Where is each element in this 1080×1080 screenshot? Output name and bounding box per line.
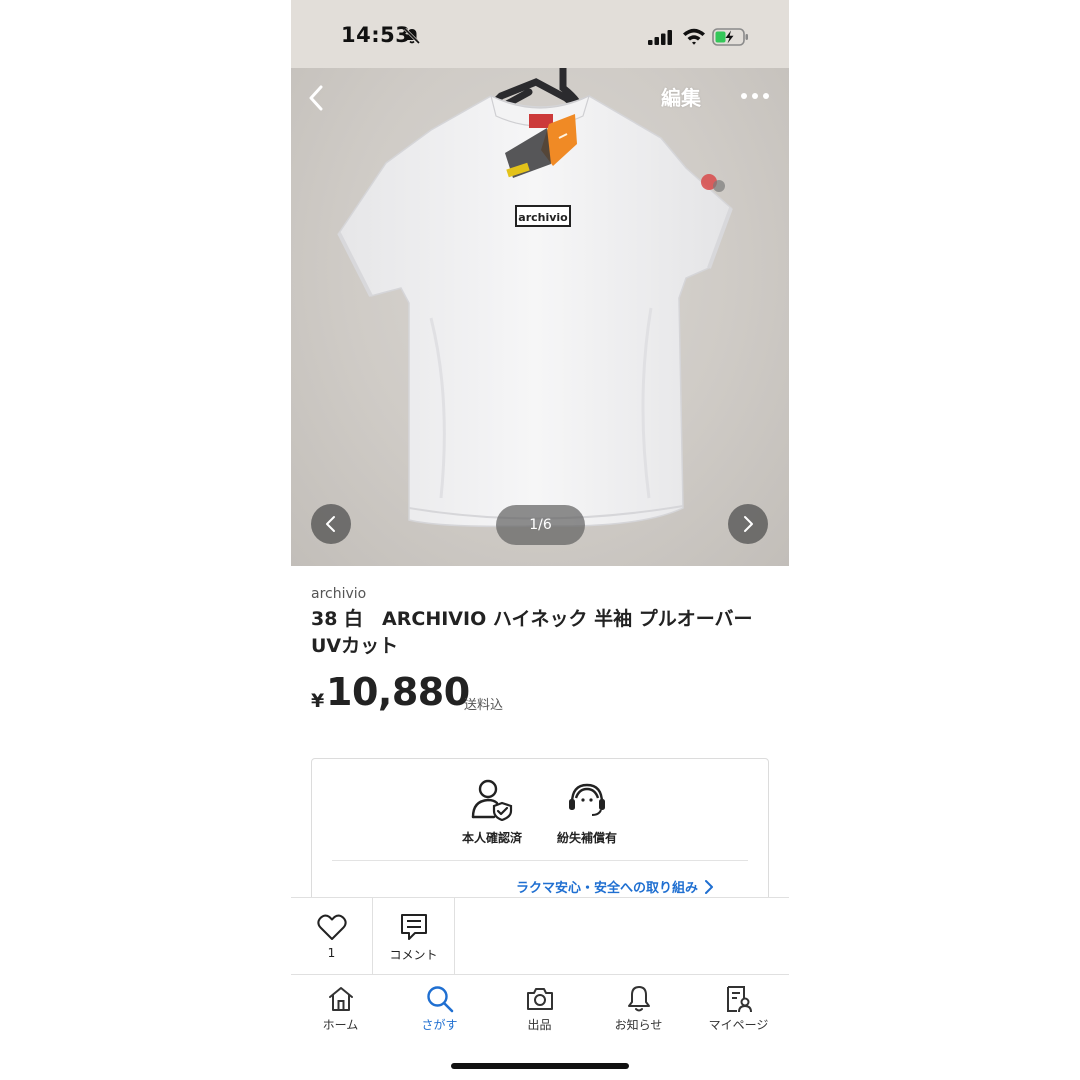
product-photo: archivio [337,68,733,528]
phone-screen: 14:53 archivio 編集 1/6 archivio 38 白 ARCH… [291,0,789,1080]
comment-label: コメント [389,948,438,962]
chevron-right-icon [744,516,753,532]
tab-sell[interactable]: 出品 [490,984,589,1033]
price-currency: ¥ [311,690,325,712]
trust-label: 紛失補償有 [556,831,617,845]
like-count: 1 [327,946,336,960]
heart-icon [316,914,347,940]
trust-label: 本人確認済 [461,831,522,845]
next-photo-button[interactable] [728,504,768,544]
status-bar: 14:53 [291,0,789,68]
status-time: 14:53 [341,23,411,47]
wifi-icon [682,27,706,49]
trust-item-identity: 本人確認済 [447,777,537,846]
camera-icon [526,988,553,1010]
edit-button[interactable]: 編集 [661,82,701,111]
comment-icon [400,914,427,940]
safety-initiatives-link[interactable]: ラクマ安心・安全への取り組み [516,877,714,896]
price-amount: 10,880 [326,670,470,714]
chevron-left-icon [309,85,323,111]
trust-item-loss-compensation: 紛失補償有 [542,777,632,846]
shipping-note: 送料込 [464,698,504,713]
battery-charging-icon [712,27,750,51]
more-dots-icon [741,93,769,99]
chevron-left-icon [326,516,335,532]
comment-button[interactable]: コメント [373,898,455,975]
tab-label: 出品 [527,1018,552,1032]
tab-home[interactable]: ホーム [291,984,390,1033]
home-icon [328,987,353,1011]
chevron-right-icon [705,879,714,894]
like-button[interactable]: 1 [291,898,373,975]
tab-search[interactable]: さがす [390,984,489,1033]
safety-link-label: ラクマ安心・安全への取り組み [516,881,699,896]
signal-icon [648,29,674,49]
previous-photo-button[interactable] [311,504,351,544]
tab-notifications[interactable]: お知らせ [589,984,688,1033]
tab-label: さがす [421,1018,458,1032]
tab-label: マイページ [708,1018,769,1032]
trust-card: 本人確認済 紛失補償有 ラクマ安心・安全への取り組み [311,758,769,918]
product-title: 38 白 ARCHIVIO ハイネック 半袖 プルオーバー UVカット [311,608,753,657]
support-headset-icon [569,783,605,816]
tab-label: ホーム [322,1018,359,1032]
search-icon [426,986,453,1013]
more-button[interactable] [735,82,775,110]
product-photo-gallery[interactable]: archivio 編集 1/6 [291,68,789,566]
identity-verified-icon [471,779,513,821]
back-button[interactable] [299,80,335,116]
home-indicator [451,1063,629,1069]
brand-name[interactable]: archivio [311,586,366,602]
my-page-icon [726,986,752,1013]
photo-counter: 1/6 [496,505,585,545]
bell-icon [627,986,650,1012]
tab-my-page[interactable]: マイページ [689,984,788,1033]
bell-off-icon [403,27,421,49]
shirt-print-text: archivio [518,211,568,224]
divider [332,860,748,861]
tab-label: お知らせ [614,1018,663,1032]
action-bar: 1 コメント [291,897,789,975]
